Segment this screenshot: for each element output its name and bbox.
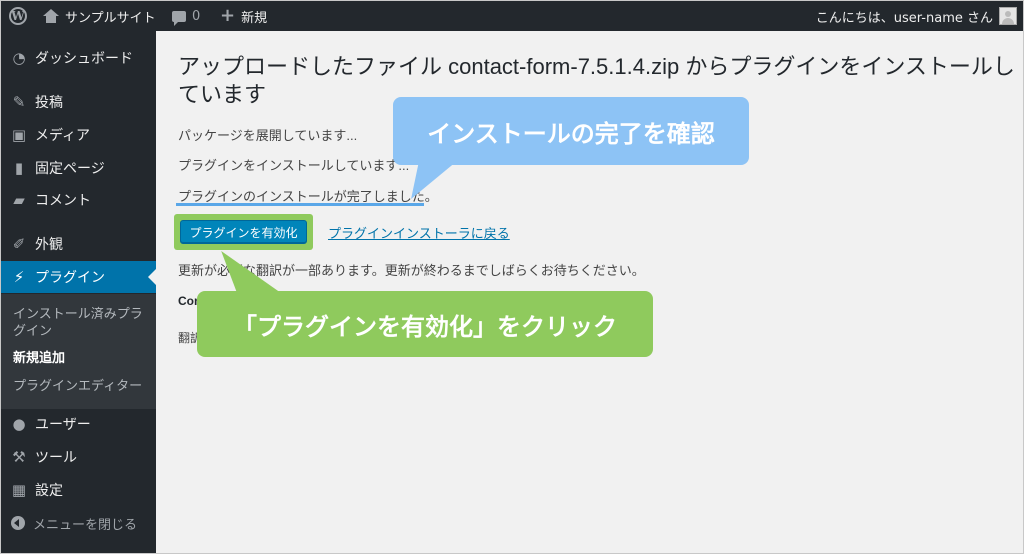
- sidebar-item-label: ツール: [35, 450, 77, 466]
- admin-sidebar: ◔ ダッシュボード ✎ 投稿 ▣ メディア ▮ 固定ページ ▰ コメント ✐ 外…: [1, 31, 156, 553]
- wrench-icon: ⚒: [12, 448, 26, 466]
- submenu-installed-plugins[interactable]: インストール済みプラグイン: [13, 306, 151, 340]
- activate-plugin-button[interactable]: プラグインを有効化: [180, 220, 307, 244]
- click-activate-callout: 「プラグインを有効化」をクリック: [197, 291, 653, 357]
- media-icon: ▣: [11, 126, 27, 144]
- avatar: [999, 7, 1017, 25]
- site-name-menu[interactable]: サンプルサイト: [43, 1, 156, 31]
- browser-frame: W サンプルサイト 0 + 新規 こんにちは、user-name さん ◔ ダッ…: [0, 0, 1024, 554]
- collapse-label: メニューを閉じる: [33, 517, 138, 533]
- collapse-menu-button[interactable]: メニューを閉じる: [1, 507, 156, 539]
- status-message-unpack: パッケージを展開しています...: [178, 128, 358, 143]
- plus-icon: +: [220, 5, 236, 26]
- collapse-arrow-icon: [11, 516, 25, 530]
- submenu-plugin-editor[interactable]: プラグインエディター: [13, 378, 151, 395]
- settings-icon: ▦: [11, 481, 27, 499]
- new-label: 新規: [241, 10, 268, 26]
- sidebar-item-label: 投稿: [35, 95, 63, 111]
- user-icon: ●: [12, 415, 26, 433]
- sidebar-item-label: メディア: [35, 128, 91, 144]
- page-icon: ▮: [14, 159, 24, 177]
- sidebar-item-appearance[interactable]: ✐ 外観: [1, 228, 156, 260]
- confirm-install-callout: インストールの完了を確認: [393, 97, 749, 165]
- sidebar-item-comments[interactable]: ▰ コメント: [1, 184, 156, 216]
- status-message-installing: プラグインをインストールしています...: [178, 158, 410, 173]
- current-indicator: [148, 269, 156, 285]
- wordpress-logo-icon: W: [9, 7, 27, 25]
- comments-menu[interactable]: 0: [172, 1, 200, 31]
- pin-icon: ✎: [12, 93, 26, 111]
- site-name: サンプルサイト: [65, 10, 156, 26]
- sidebar-item-media[interactable]: ▣ メディア: [1, 119, 156, 151]
- completion-highlight-underline: [176, 203, 424, 206]
- new-content-menu[interactable]: + 新規: [220, 1, 267, 31]
- brush-icon: ✐: [12, 235, 26, 253]
- dashboard-icon: ◔: [12, 49, 26, 67]
- sidebar-item-label: ダッシュボード: [35, 51, 133, 67]
- sidebar-item-pages[interactable]: ▮ 固定ページ: [1, 152, 156, 184]
- greeting: こんにちは、user-name さん: [815, 10, 993, 26]
- sidebar-item-plugins[interactable]: ⚡ プラグイン: [1, 261, 156, 293]
- comment-count: 0: [192, 8, 201, 24]
- plugins-submenu: インストール済みプラグイン 新規追加 プラグインエディター: [1, 294, 156, 409]
- admin-bar: W サンプルサイト 0 + 新規 こんにちは、user-name さん: [1, 1, 1023, 31]
- sidebar-item-label: コメント: [35, 193, 91, 209]
- sidebar-item-label: 外観: [35, 237, 63, 253]
- my-account-menu[interactable]: こんにちは、user-name さん: [816, 1, 1017, 31]
- sidebar-item-posts[interactable]: ✎ 投稿: [1, 86, 156, 118]
- comment-bubble-icon: [172, 10, 186, 26]
- wp-logo-menu[interactable]: W: [1, 1, 35, 31]
- sidebar-item-dashboard[interactable]: ◔ ダッシュボード: [1, 42, 156, 74]
- home-icon: [43, 9, 59, 23]
- sidebar-item-label: プラグイン: [35, 270, 105, 286]
- sidebar-item-label: ユーザー: [35, 417, 91, 433]
- sidebar-item-label: 固定ページ: [35, 161, 105, 177]
- comment-icon: ▰: [13, 191, 25, 209]
- plugin-icon: ⚡: [13, 268, 25, 286]
- sidebar-item-settings[interactable]: ▦ 設定: [1, 474, 156, 506]
- submenu-add-new[interactable]: 新規追加: [13, 350, 151, 367]
- sidebar-item-label: 設定: [35, 483, 63, 499]
- sidebar-item-tools[interactable]: ⚒ ツール: [1, 441, 156, 473]
- sidebar-item-users[interactable]: ● ユーザー: [1, 408, 156, 440]
- return-to-installer-link[interactable]: プラグインインストーラに戻る: [328, 223, 510, 242]
